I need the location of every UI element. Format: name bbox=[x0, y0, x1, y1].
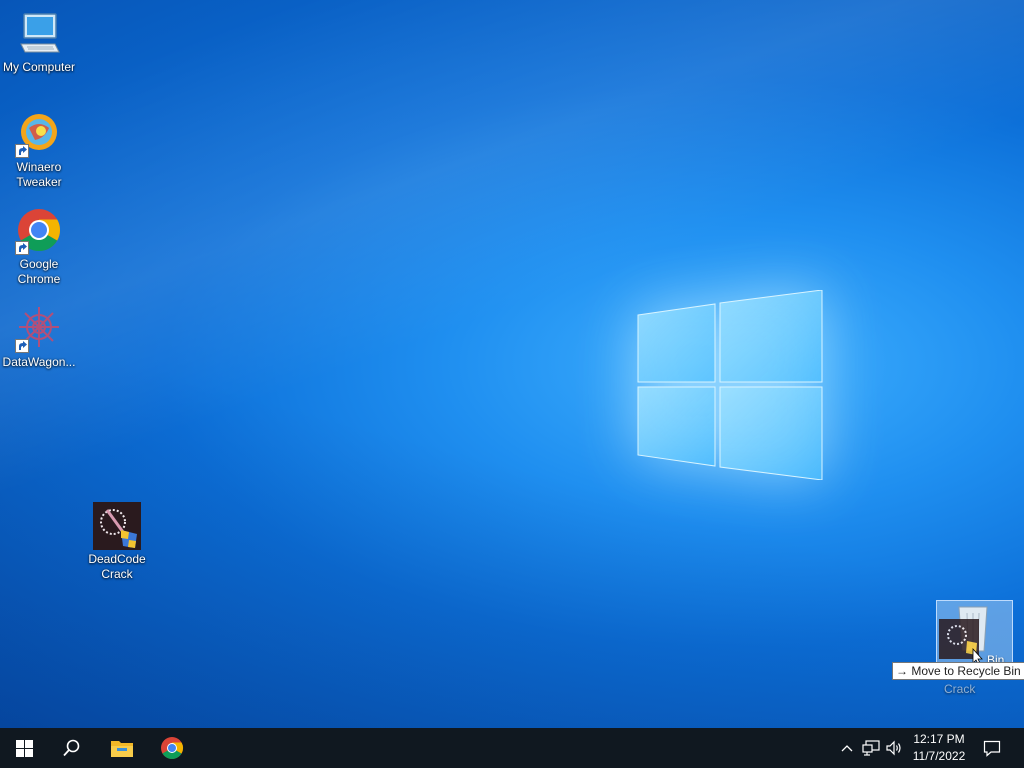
chevron-up-icon bbox=[841, 745, 853, 752]
desktop-icon-label: DataWagon... bbox=[2, 355, 76, 369]
search-icon bbox=[63, 739, 80, 757]
desktop[interactable]: My Computer Winaero Tweaker Google Chrom… bbox=[0, 0, 1024, 728]
desktop-icon-google-chrome[interactable]: Google Chrome bbox=[0, 207, 78, 287]
datawagon-icon bbox=[15, 305, 63, 353]
shortcut-arrow-icon bbox=[15, 144, 29, 158]
taskbar-chrome[interactable] bbox=[148, 728, 196, 768]
volume-button[interactable] bbox=[884, 738, 904, 758]
windows-logo-wallpaper bbox=[637, 290, 823, 480]
taskbar: 12:17 PM 11/7/2022 bbox=[0, 728, 1024, 768]
drag-tooltip-text: Move to Recycle Bin bbox=[911, 664, 1021, 678]
windows-start-icon bbox=[15, 739, 33, 757]
desktop-icon-label: My Computer bbox=[2, 60, 76, 74]
clock-time: 12:17 PM bbox=[913, 732, 965, 746]
deadcode-crack-icon bbox=[93, 502, 141, 550]
drag-ghost-label: Crack bbox=[944, 682, 976, 696]
network-button[interactable] bbox=[861, 738, 881, 758]
chrome-icon bbox=[161, 737, 183, 759]
volume-icon bbox=[886, 740, 901, 756]
network-icon bbox=[862, 740, 880, 756]
start-button[interactable] bbox=[0, 728, 48, 768]
clock-date: 11/7/2022 bbox=[912, 749, 966, 763]
desktop-icon-deadcode-crack[interactable]: DeadCode Crack bbox=[78, 502, 156, 582]
wallpaper-light-beam bbox=[0, 0, 1024, 728]
desktop-icon-my-computer[interactable]: My Computer bbox=[0, 10, 78, 75]
chrome-icon bbox=[15, 207, 63, 255]
computer-icon bbox=[15, 10, 63, 58]
notification-icon bbox=[983, 740, 1001, 757]
shortcut-arrow-icon bbox=[15, 241, 29, 255]
taskbar-clock[interactable]: 12:17 PM 11/7/2022 bbox=[906, 731, 972, 765]
shortcut-arrow-icon bbox=[15, 339, 29, 353]
desktop-icon-label: Google Chrome bbox=[17, 257, 61, 286]
file-explorer-icon bbox=[111, 741, 133, 757]
desktop-icon-label: DeadCode Crack bbox=[88, 552, 146, 581]
drag-tooltip: → Move to Recycle Bin bbox=[892, 662, 1024, 680]
action-center-button[interactable] bbox=[982, 738, 1002, 758]
search-button[interactable] bbox=[48, 728, 96, 768]
desktop-icon-datawagon[interactable]: DataWagon... bbox=[0, 305, 78, 370]
show-hidden-icons-button[interactable] bbox=[837, 738, 857, 758]
winaero-tweaker-icon bbox=[15, 110, 63, 158]
desktop-icon-winaero-tweaker[interactable]: Winaero Tweaker bbox=[0, 110, 78, 190]
desktop-icon-label: Winaero Tweaker bbox=[16, 160, 62, 189]
taskbar-file-explorer[interactable] bbox=[98, 728, 146, 768]
arrow-right-icon: → bbox=[896, 664, 908, 678]
